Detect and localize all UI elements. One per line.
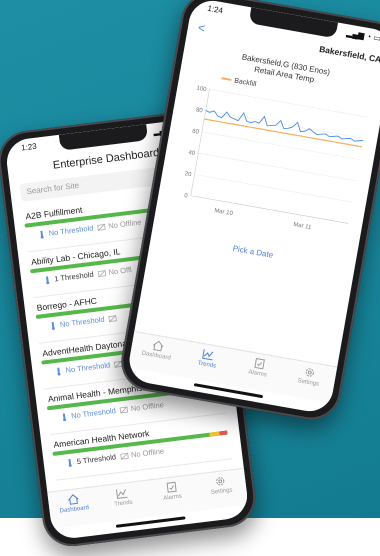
tab-label: Alarms: [163, 493, 183, 502]
home-icon: [152, 340, 164, 352]
tab-label: Settings: [297, 378, 320, 388]
grid-line: [198, 152, 356, 182]
trend-icon: [116, 489, 128, 499]
threshold-label: No Threshold: [70, 406, 117, 421]
thermometer-icon: [57, 367, 61, 376]
offline-label: [119, 313, 120, 322]
status-time: 1:23: [20, 141, 38, 153]
gear-icon: [305, 368, 315, 377]
chart-legend: Backfill: [221, 75, 257, 88]
offline-icon: [119, 452, 129, 460]
y-tick-label: 100: [196, 86, 208, 94]
series-line-backfill: [204, 118, 362, 148]
x-tick-label: Mar 10: [214, 208, 234, 217]
tab-dashboard[interactable]: Dashboard: [53, 491, 95, 515]
threshold-label: No Threshold: [65, 360, 111, 375]
tab-label: Settings: [210, 487, 233, 496]
y-tick-label: 40: [188, 150, 196, 157]
legend-swatch: [221, 77, 232, 82]
gear-icon: [216, 477, 225, 486]
y-axis: [190, 89, 210, 196]
tab-dashboard[interactable]: Dashboard: [136, 337, 179, 363]
thermometer-icon: [51, 321, 55, 330]
tab-trends[interactable]: Trends: [102, 485, 144, 509]
tab-label: Dashboard: [141, 350, 172, 362]
threshold-label: 5 Threshold: [76, 452, 117, 467]
tab-trends[interactable]: Trends: [187, 346, 230, 372]
grid-line: [209, 88, 368, 118]
y-tick-label: 0: [184, 193, 189, 200]
alarm-icon: [166, 481, 177, 493]
tab-alarms[interactable]: Alarms: [151, 479, 193, 503]
thermometer-icon: [68, 458, 72, 467]
grid-line: [194, 174, 353, 203]
offline-icon: [97, 270, 106, 278]
thermometer-icon: [40, 230, 44, 239]
tab-settings[interactable]: Settings: [200, 473, 242, 497]
threshold-label: No Threshold: [59, 314, 106, 330]
x-tick-label: Mar 11: [293, 222, 313, 231]
offline-icon: [108, 315, 117, 323]
tab-label: Trends: [197, 360, 217, 370]
tab-label: Trends: [113, 499, 134, 508]
status-bar-warning: [209, 431, 220, 437]
offline-icon: [119, 406, 129, 414]
offline-label: No Offline: [130, 400, 165, 414]
y-tick-label: 60: [192, 129, 200, 136]
alarm-icon: [254, 357, 265, 370]
threshold-label: 1 Threshold: [53, 269, 95, 284]
legend-label: Backfill: [233, 77, 257, 89]
tab-settings[interactable]: Settings: [288, 364, 331, 390]
temperature-chart[interactable]: 0 20 40 60 80 100 Mar 10 Mar 11: [166, 82, 372, 242]
tab-alarms[interactable]: Alarms: [237, 355, 280, 381]
trend-icon: [202, 349, 214, 361]
status-bar-alarm: [219, 430, 228, 436]
grid-line: [205, 110, 364, 139]
home-icon: [67, 494, 79, 505]
y-tick-label: 20: [184, 171, 192, 178]
offline-label: No Offline: [107, 217, 142, 231]
tab-label: Dashboard: [59, 504, 90, 515]
phone-notch: [58, 124, 149, 151]
status-icons: ▂▄▆ ◔ ▭: [345, 28, 380, 44]
y-tick-label: 80: [195, 107, 203, 114]
offline-label: No Offline: [130, 446, 165, 460]
offline-label: No Offl: [108, 265, 133, 277]
tab-label: Alarms: [247, 369, 268, 379]
thermometer-icon: [62, 413, 67, 422]
thermometer-icon: [45, 276, 50, 285]
threshold-label: No Threshold: [48, 223, 94, 238]
offline-icon: [97, 223, 106, 232]
status-time: 1:24: [206, 3, 224, 16]
